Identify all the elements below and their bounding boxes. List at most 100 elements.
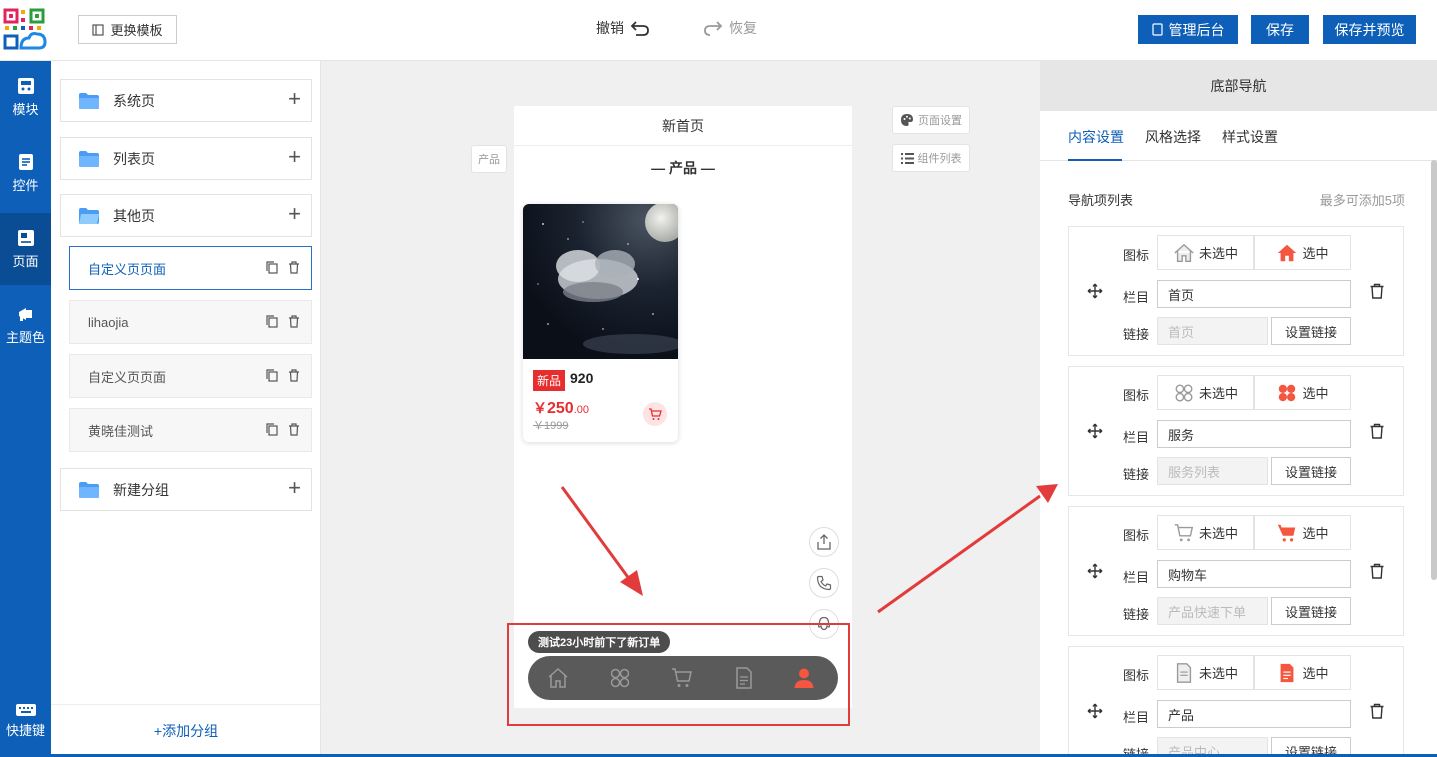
keyboard-icon [15, 704, 36, 716]
page-title: 新首页 [514, 106, 852, 146]
unselected-icon-picker[interactable]: 未选中 [1157, 375, 1254, 410]
add-to-cart-button[interactable] [643, 402, 667, 426]
price-integer: 250 [547, 400, 574, 417]
copy-icon[interactable] [266, 423, 278, 436]
selected-icon-picker[interactable]: 选中 [1254, 515, 1351, 550]
list-icon [900, 152, 914, 164]
column-name-input[interactable]: 购物车 [1157, 560, 1351, 588]
add-page-plus-icon[interactable]: + [288, 88, 301, 110]
price-decimal: .00 [573, 404, 589, 416]
page-item[interactable]: 自定义页页面 [69, 246, 312, 290]
grid-icon [1279, 384, 1296, 401]
highlight-box [507, 623, 850, 726]
admin-backend-button[interactable]: 管理后台 [1138, 15, 1238, 44]
undo-label: 撤销 [596, 20, 624, 36]
save-preview-button[interactable]: 保存并预览 [1323, 15, 1416, 44]
panel-title: 底部导航 [1040, 61, 1437, 111]
redo-button[interactable]: 恢复 [703, 18, 757, 38]
delete-icon[interactable] [1369, 283, 1385, 299]
folder-icon [79, 150, 99, 167]
page-group-new[interactable]: 新建分组 + [60, 468, 312, 511]
page-group-other[interactable]: 其他页 + [60, 194, 312, 237]
page-group-list[interactable]: 列表页 + [60, 137, 312, 180]
column-name-input[interactable]: 服务 [1157, 420, 1351, 448]
drag-move-icon[interactable] [1087, 423, 1103, 439]
sidebar-item-theme-color[interactable]: 主题色 [0, 289, 51, 361]
unselected-icon-picker[interactable]: 未选中 [1157, 655, 1254, 690]
set-link-button[interactable]: 设置链接 [1271, 597, 1351, 625]
component-list-button[interactable]: 组件列表 [892, 144, 970, 172]
add-page-plus-icon[interactable]: + [288, 203, 301, 225]
panel-scrollbar[interactable] [1431, 160, 1437, 580]
sidebar-item-shortcut[interactable]: 快捷键 [0, 685, 51, 757]
change-template-button[interactable]: 更换模板 [78, 15, 177, 44]
save-button[interactable]: 保存 [1251, 15, 1309, 44]
folder-icon [79, 92, 99, 109]
copy-icon[interactable] [266, 369, 278, 382]
link-label: 链接 [1123, 467, 1150, 482]
delete-icon[interactable] [1369, 703, 1385, 719]
active-tab-indicator [1068, 159, 1122, 161]
page-group-label: 系统页 [113, 92, 155, 109]
add-page-plus-icon[interactable]: + [288, 477, 301, 499]
copy-icon[interactable] [266, 261, 278, 274]
sidebar-item-page[interactable]: 页面 [0, 213, 51, 285]
set-link-button[interactable]: 设置链接 [1271, 317, 1351, 345]
sidebar-item-widget[interactable]: 控件 [0, 137, 51, 209]
selected-label: 选中 [1302, 666, 1329, 681]
unselected-icon-picker[interactable]: 未选中 [1157, 515, 1254, 550]
nav-list-label: 导航项列表 [1068, 193, 1134, 208]
page-group-system[interactable]: 系统页 + [60, 79, 312, 122]
add-page-plus-icon[interactable]: + [288, 146, 301, 168]
properties-panel: 底部导航 内容设置 风格选择 样式设置 导航项列表 最多可添加5项 图标 未选中… [1040, 61, 1437, 757]
selected-icon-picker[interactable]: 选中 [1254, 655, 1351, 690]
page-item[interactable]: 自定义页页面 [69, 354, 312, 398]
add-group-button[interactable]: +添加分组 [51, 704, 321, 757]
product-card[interactable]: 新品 920 ￥250.00 ￥1999 [523, 204, 678, 442]
delete-icon[interactable] [288, 369, 300, 382]
megaphone-icon [18, 308, 32, 321]
page-settings-button[interactable]: 页面设置 [892, 106, 970, 134]
tab-style-select[interactable]: 风格选择 [1145, 127, 1201, 147]
unselected-label: 未选中 [1198, 246, 1238, 261]
phone-icon [1151, 23, 1163, 36]
icon-label: 图标 [1123, 248, 1150, 263]
copy-icon[interactable] [266, 315, 278, 328]
icon-label: 图标 [1123, 388, 1150, 403]
drag-move-icon[interactable] [1087, 703, 1103, 719]
component-tag-product[interactable]: 产品 [471, 145, 507, 173]
redo-label: 恢复 [729, 20, 757, 36]
call-button[interactable] [809, 568, 839, 598]
tab-content-settings[interactable]: 内容设置 [1068, 127, 1124, 147]
drag-move-icon[interactable] [1087, 283, 1103, 299]
page-item[interactable]: lihaojia [69, 300, 312, 344]
selected-icon-picker[interactable]: 选中 [1254, 375, 1351, 410]
unselected-icon-picker[interactable]: 未选中 [1157, 235, 1254, 270]
tab-style-settings[interactable]: 样式设置 [1222, 127, 1278, 147]
delete-icon[interactable] [1369, 423, 1385, 439]
delete-icon[interactable] [288, 315, 300, 328]
column-label: 栏目 [1123, 570, 1150, 585]
delete-icon[interactable] [1369, 563, 1385, 579]
nav-item-card: 图标 未选中 选中 栏目 首页 链接 首页 设置链接 [1068, 226, 1404, 356]
page-item[interactable]: 黄晓佳测试 [69, 408, 312, 452]
sidebar-item-label: 模块 [12, 102, 39, 117]
column-name-input[interactable]: 产品 [1157, 700, 1351, 728]
delete-icon[interactable] [288, 423, 300, 436]
cart-icon [649, 407, 662, 420]
drag-move-icon[interactable] [1087, 563, 1103, 579]
undo-button[interactable]: 撤销 [596, 18, 650, 38]
home-icon [1174, 243, 1194, 262]
delete-icon[interactable] [288, 261, 300, 274]
undo-icon [630, 21, 649, 36]
column-label: 栏目 [1123, 430, 1150, 445]
sidebar-item-module[interactable]: 模块 [0, 61, 51, 133]
set-link-button[interactable]: 设置链接 [1271, 457, 1351, 485]
share-icon [817, 534, 831, 550]
column-name-input[interactable]: 首页 [1157, 280, 1351, 308]
share-button[interactable] [809, 527, 839, 557]
link-display-field: 服务列表 [1157, 457, 1268, 485]
section-title[interactable]: — 产品 — [514, 158, 852, 178]
selected-icon-picker[interactable]: 选中 [1254, 235, 1351, 270]
save-label: 保存 [1266, 21, 1294, 38]
